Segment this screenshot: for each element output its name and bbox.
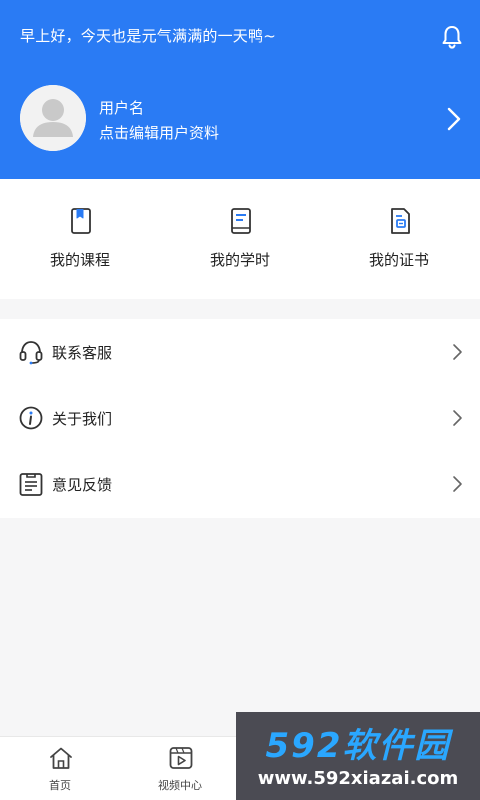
headset-icon — [19, 341, 43, 365]
default-avatar-icon — [20, 85, 86, 151]
contact-support-label: 联系客服 — [52, 344, 113, 362]
my-study-hours-label: 我的学时 — [209, 251, 270, 269]
chevron-right-icon — [453, 410, 462, 426]
my-certificates-label: 我的证书 — [368, 251, 429, 269]
chevron-right-icon[interactable] — [443, 106, 463, 132]
tab-home[interactable]: 首页 — [0, 737, 120, 800]
watermark-title: 592软件园 — [265, 726, 451, 766]
bell-icon[interactable] — [440, 24, 464, 50]
about-us-item[interactable]: 关于我们 — [0, 385, 480, 451]
about-us-label: 关于我们 — [52, 410, 113, 428]
menu-list: 联系客服 关于我们 意见反馈 — [0, 319, 480, 518]
info-icon — [19, 406, 43, 430]
avatar[interactable] — [20, 85, 86, 151]
tab-home-label: 首页 — [49, 779, 71, 792]
chevron-right-icon — [453, 476, 462, 492]
chevron-right-icon — [453, 344, 462, 360]
my-certificates-button[interactable]: 我的证书 — [319, 179, 479, 299]
watermark-url: www.592xiazai.com — [257, 768, 459, 789]
watermark-overlay: 592软件园 www.592xiazai.com — [236, 712, 480, 800]
edit-profile-hint[interactable]: 点击编辑用户资料 — [99, 122, 219, 143]
quick-actions: 我的课程 我的学时 我的证书 — [0, 179, 480, 299]
certificate-doc-icon — [391, 208, 410, 234]
feedback-label: 意见反馈 — [52, 476, 113, 494]
my-courses-button[interactable]: 我的课程 — [0, 179, 160, 299]
username[interactable]: 用户名 — [99, 97, 144, 118]
contact-support-item[interactable]: 联系客服 — [0, 319, 480, 385]
course-book-icon — [71, 208, 91, 234]
home-icon — [50, 747, 72, 769]
video-icon — [169, 747, 193, 769]
tab-video-center-label: 视频中心 — [158, 779, 202, 792]
feedback-clipboard-icon — [19, 473, 43, 496]
feedback-item[interactable]: 意见反馈 — [0, 451, 480, 517]
my-study-hours-button[interactable]: 我的学时 — [160, 179, 320, 299]
my-courses-label: 我的课程 — [49, 251, 110, 269]
profile-header: 早上好，今天也是元气满满的一天鸭~ 用户名 点击编辑用户资料 — [0, 0, 480, 179]
tab-video-center[interactable]: 视频中心 — [120, 737, 240, 800]
study-hours-book-icon — [231, 208, 251, 234]
greeting-text: 早上好，今天也是元气满满的一天鸭~ — [20, 27, 276, 45]
